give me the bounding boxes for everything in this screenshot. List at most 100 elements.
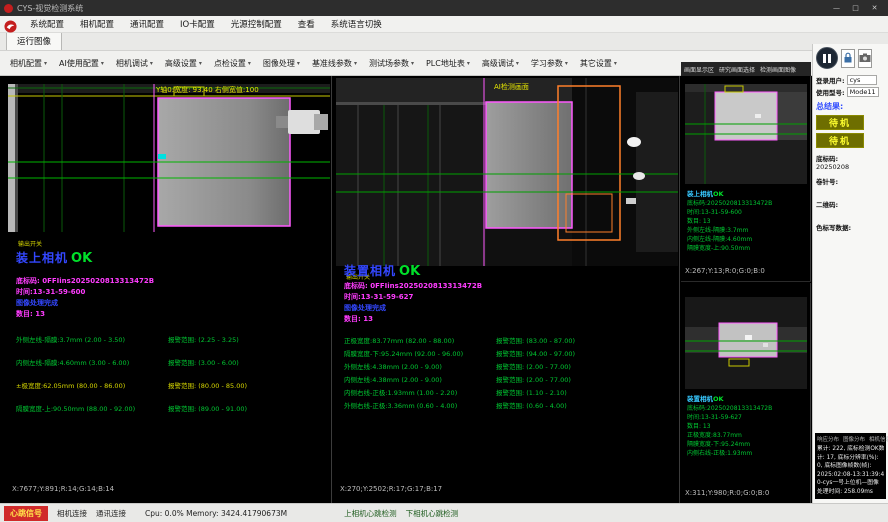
chevron-down-icon: ▾ bbox=[248, 60, 251, 67]
stats-tab[interactable]: 图像分布 bbox=[843, 435, 865, 443]
toolbar-item[interactable]: 相机调试▾ bbox=[110, 58, 159, 69]
maximize-button[interactable]: □ bbox=[846, 2, 865, 15]
toolbar-item[interactable]: 学习参数▾ bbox=[525, 58, 574, 69]
right-status: 装置相机OK bbox=[344, 260, 420, 279]
left-measurements: 外侧左线-隔膜:3.7mm (2.00 - 3.50) 报警范围: (2.25 … bbox=[16, 334, 327, 426]
left-camera-panel: Y轴0:宽度: 93.40 右侧宽值:100 输出开关 装上相机OK 底标码: … bbox=[6, 76, 332, 503]
small-camera-panel-bottom: 装置相机OK 底标码:2025020813313472B 时间:13-31-59… bbox=[681, 283, 811, 503]
stats-tab[interactable]: 相机信息 bbox=[869, 435, 888, 443]
comm-link-status: 通讯连接 bbox=[96, 508, 126, 519]
left-overlay-label: Y轴0:宽度: 93.40 右侧宽值:100 bbox=[156, 85, 259, 95]
left-camera-image[interactable]: Y轴0:宽度: 93.40 右侧宽值:100 bbox=[8, 84, 330, 232]
small-measure-line: 隔膜宽度-下:95.24mm bbox=[687, 440, 808, 449]
small-camera-panel-top: 装上相机OK 底标码:2025020813313472B 时间:13-31-59… bbox=[681, 76, 811, 282]
measurement-value: 正极宽度:83.77mm (82.00 - 88.00) bbox=[344, 335, 496, 348]
toolbar-item[interactable]: 其它设置▾ bbox=[574, 58, 623, 69]
sidebar-field: 色标写数据: bbox=[816, 222, 885, 240]
right-status-ok: OK bbox=[399, 264, 420, 279]
right-measurements: 正极宽度:83.77mm (82.00 - 88.00) 报警范围: (83.0… bbox=[344, 335, 675, 413]
view-header-label[interactable]: 检测画面图像 bbox=[760, 65, 796, 74]
toolbar-item[interactable]: 图像处理▾ bbox=[257, 58, 306, 69]
model-row: 使用型号: Mode11 bbox=[816, 87, 885, 97]
left-barcode: 底标码: 0FFIins2025020813313472B bbox=[16, 276, 154, 286]
stats-line: 2025:02:08-13:31:39:40 bbox=[817, 471, 884, 480]
pause-button[interactable] bbox=[816, 47, 838, 69]
right-camera-image[interactable]: AI检测画面 bbox=[336, 78, 678, 266]
view-header-label[interactable]: 研究画面选择 bbox=[719, 65, 755, 74]
toolbar-item[interactable]: 高级设置▾ bbox=[159, 58, 208, 69]
small-bottom-status: 装置相机OK bbox=[687, 393, 724, 403]
measurement-alarm-range: 报警范围: (83.00 - 87.00) bbox=[496, 335, 675, 348]
measurement-row: 内侧左线-隔膜:4.60mm (3.00 - 6.00) 报警范围: (3.00… bbox=[16, 357, 327, 380]
lock-button[interactable] bbox=[841, 49, 855, 68]
small-measure-line: 底标码:2025020813313472B bbox=[687, 199, 808, 208]
small-measure-line: 正极宽度:83.77mm bbox=[687, 431, 808, 440]
result-box-bottom: 待机 bbox=[816, 133, 864, 148]
toolbar-item[interactable]: 测试场参数▾ bbox=[363, 58, 420, 69]
capture-button[interactable] bbox=[858, 49, 872, 68]
login-user-value: cys bbox=[847, 75, 877, 85]
statistics-panel: 响应分布 图像分布 相机信息 累计: 222, 底标检测OK数: 计: 17, … bbox=[815, 433, 886, 499]
small-top-image[interactable] bbox=[685, 84, 807, 184]
chevron-down-icon: ▾ bbox=[467, 60, 470, 67]
menubar: 系统配置 相机配置 通讯配置 IO卡配置 光源控制配置 查看 系统语言切换 bbox=[0, 16, 888, 33]
close-button[interactable]: ✕ bbox=[865, 2, 884, 15]
toolbar-item[interactable]: 基准线参数▾ bbox=[306, 58, 363, 69]
small-bottom-coords: X:311;Y:980;R:0;G:0;B:0 bbox=[685, 489, 769, 497]
measurement-alarm-range: 报警范围: (80.00 - 85.00) bbox=[168, 380, 327, 403]
measurement-alarm-range: 报警范围: (2.25 - 3.25) bbox=[168, 334, 327, 357]
view-header-label[interactable]: 画面显示区 bbox=[684, 65, 714, 74]
measurement-row: 隔膜宽度-上:90.50mm (88.00 - 92.00) 报警范围: (89… bbox=[16, 403, 327, 426]
minimize-button[interactable]: — bbox=[827, 2, 846, 15]
view-select-header: 画面显示区 研究画面选择 检测画面图像 bbox=[681, 62, 811, 76]
measurement-value: 外侧右线-正极:3.36mm (0.60 - 4.00) bbox=[344, 400, 496, 413]
right-count: 数目: 13 bbox=[344, 314, 373, 324]
window-title: CYS-视觉检测系统 bbox=[17, 3, 827, 14]
small-top-picture bbox=[685, 84, 807, 184]
small-bottom-image[interactable] bbox=[685, 297, 807, 389]
sidebar-field-label: 底标码: bbox=[816, 153, 885, 163]
right-cursor-coords: X:270;Y:2502;R:17;G:17;B:17 bbox=[340, 485, 442, 493]
measurement-row: 外侧右线-正极:3.36mm (0.60 - 4.00) 报警范围: (0.60… bbox=[344, 400, 675, 413]
menu-item[interactable]: 系统配置 bbox=[22, 18, 72, 30]
measurement-alarm-range: 报警范围: (89.00 - 91.00) bbox=[168, 403, 327, 426]
toolbar-item[interactable]: 高级调试▾ bbox=[476, 58, 525, 69]
menu-item[interactable]: 相机配置 bbox=[72, 18, 122, 30]
main-area: Y轴0:宽度: 93.40 右侧宽值:100 输出开关 装上相机OK 底标码: … bbox=[0, 76, 812, 503]
toolbar-item[interactable]: 相机配置▾ bbox=[4, 58, 53, 69]
small-measure-line: 时间:13-31-59-600 bbox=[687, 208, 808, 217]
measurement-alarm-range: 报警范围: (94.00 - 97.00) bbox=[496, 348, 675, 361]
menu-item[interactable]: 通讯配置 bbox=[122, 18, 172, 30]
menu-item[interactable]: IO卡配置 bbox=[172, 18, 223, 30]
small-measure-line: 时间:13-31-59-627 bbox=[687, 413, 808, 422]
result-box-top: 待机 bbox=[816, 115, 864, 130]
menu-item[interactable]: 查看 bbox=[290, 18, 323, 30]
measurement-row: 内侧左线:4.38mm (2.00 - 9.00) 报警范围: (2.00 - … bbox=[344, 374, 675, 387]
measurement-row: 内侧右线-正极:1.93mm (1.00 - 2.20) 报警范围: (1.10… bbox=[344, 387, 675, 400]
model-label: 使用型号: bbox=[816, 87, 845, 97]
toolbar-item[interactable]: PLC地址表▾ bbox=[420, 58, 476, 69]
measurement-row: 外侧左线-隔膜:3.7mm (2.00 - 3.50) 报警范围: (2.25 … bbox=[16, 334, 327, 357]
measurement-alarm-range: 报警范围: (1.10 - 2.10) bbox=[496, 387, 675, 400]
sidebar-field-value bbox=[816, 232, 885, 240]
stats-tab[interactable]: 响应分布 bbox=[817, 435, 839, 443]
measurement-row: 隔膜宽度-下:95.24mm (92.00 - 96.00) 报警范围: (94… bbox=[344, 348, 675, 361]
measurement-alarm-range: 报警范围: (2.00 - 77.00) bbox=[496, 374, 675, 387]
menu-item[interactable]: 系统语言切换 bbox=[323, 18, 390, 30]
stats-line: 0-cys一号上位机—图像 bbox=[817, 479, 884, 488]
camera-icon bbox=[859, 53, 871, 63]
total-result-label: 总结果: bbox=[816, 101, 885, 112]
small-bottom-lines: 底标码:2025020813313472B 时间:13-31-59-627 数目… bbox=[687, 404, 808, 458]
small-top-status: 装上相机OK bbox=[687, 188, 724, 198]
tab-run-image[interactable]: 运行图像 bbox=[6, 32, 62, 50]
statusbar: 心跳信号 相机连接 通讯连接 Cpu: 0.0% Memory: 3424.41… bbox=[0, 503, 888, 522]
stats-line: 计: 17, 底标分辨率(%): bbox=[817, 454, 884, 463]
menu-item[interactable]: 光源控制配置 bbox=[223, 18, 290, 30]
chevron-down-icon: ▾ bbox=[516, 60, 519, 67]
toolbar-item[interactable]: AI使用配置▾ bbox=[53, 58, 110, 69]
small-top-coords: X:267;Y:13;R:0;G:0;B:0 bbox=[685, 267, 765, 275]
chevron-down-icon: ▾ bbox=[614, 60, 617, 67]
toolbar-item[interactable]: 点检设置▾ bbox=[208, 58, 257, 69]
small-measure-line: 内侧右线-正极:1.93mm bbox=[687, 449, 808, 458]
small-bottom-picture bbox=[685, 297, 807, 389]
